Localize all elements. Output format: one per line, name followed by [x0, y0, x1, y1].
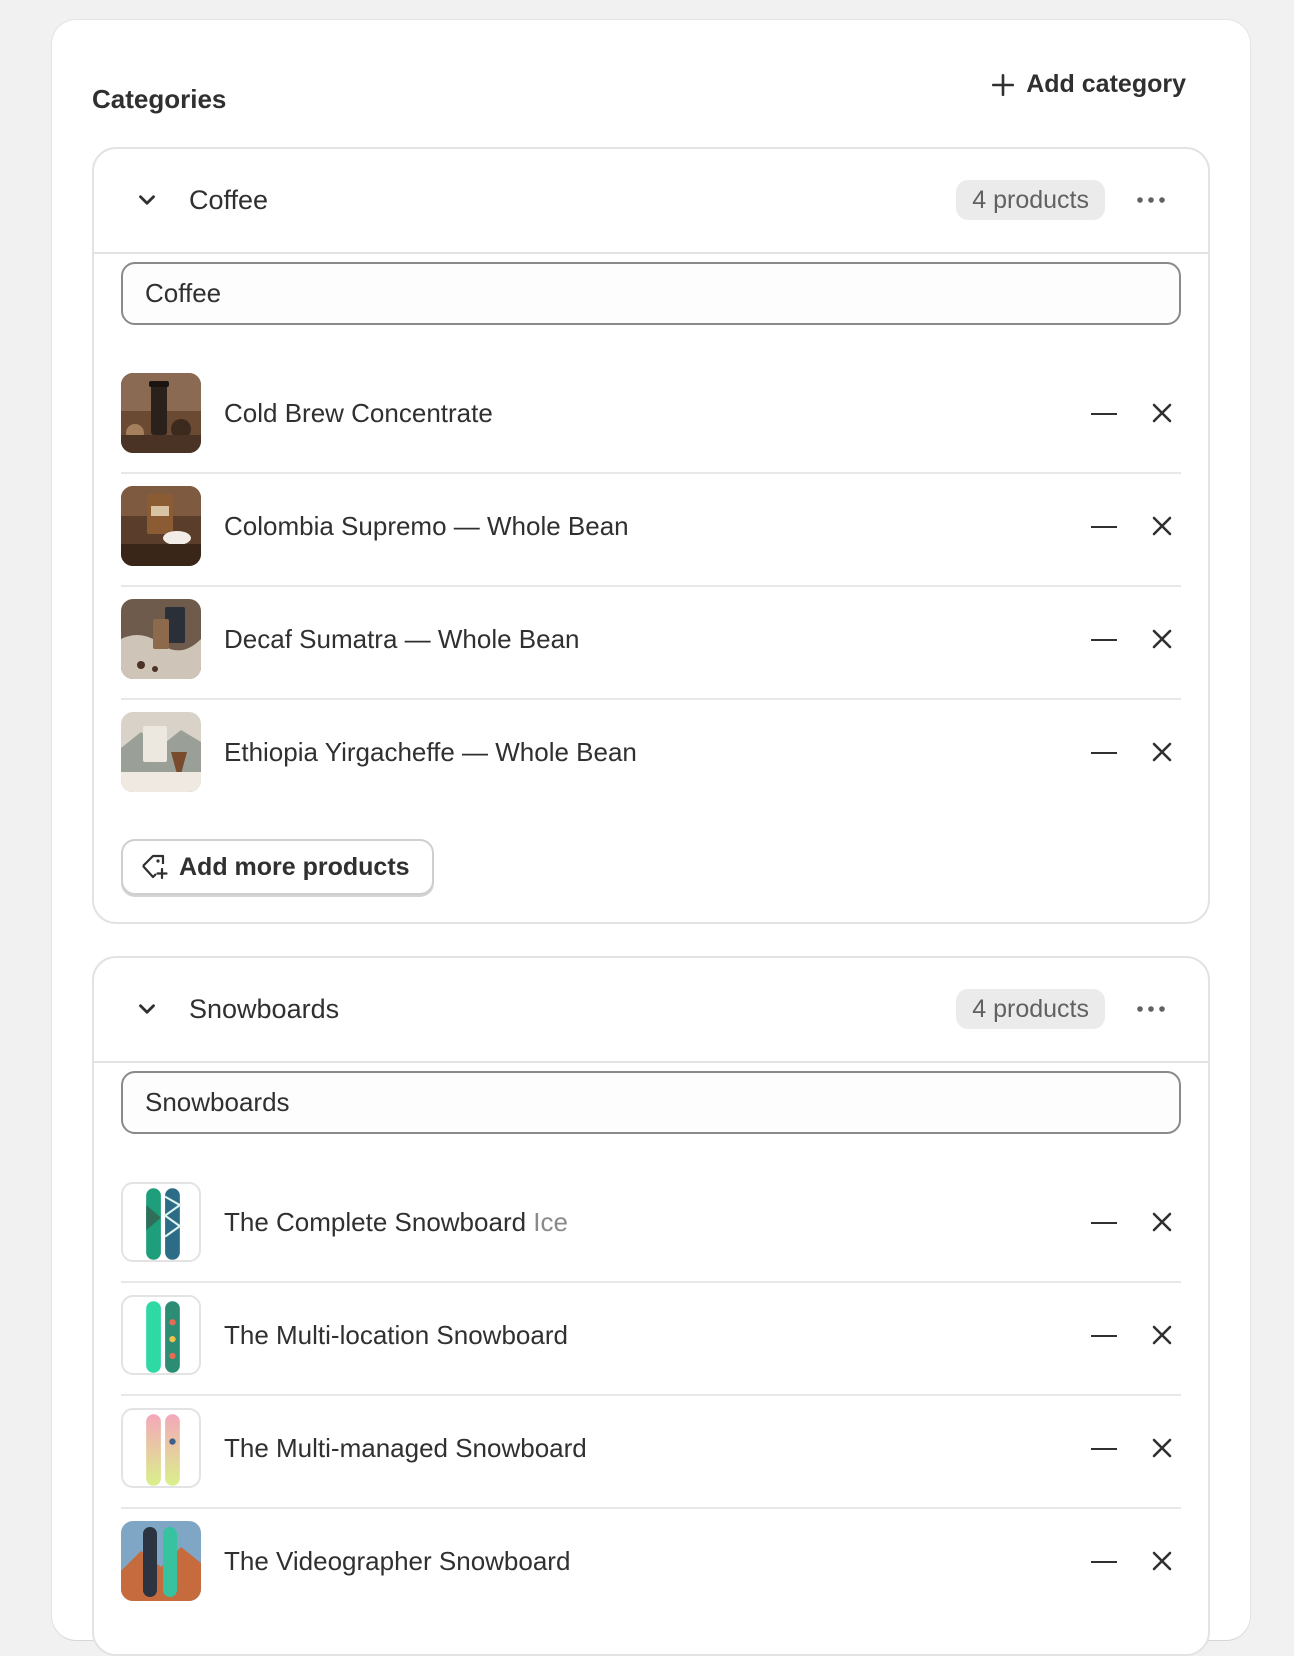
category-header[interactable]: Coffee 4 products: [94, 149, 1208, 254]
product-thumbnail: [121, 712, 201, 792]
categories-card: Categories Add category Coffee 4 product…: [52, 20, 1250, 1656]
product-name: The Multi-location Snowboard: [224, 1320, 568, 1350]
product-row: The Multi-managed Snowboard: [121, 1396, 1181, 1509]
product-name: The Complete Snowboard Ice: [224, 1207, 568, 1237]
ellipsis-icon[interactable]: [1134, 994, 1168, 1024]
product-thumbnail: [121, 1182, 201, 1262]
product-name: The Multi-managed Snowboard: [224, 1433, 587, 1463]
drag-handle-icon[interactable]: [1089, 1321, 1119, 1351]
close-icon[interactable]: [1147, 1320, 1177, 1350]
category-coffee: Coffee 4 products Cold Brew Concentrate …: [92, 147, 1210, 924]
product-row: Ethiopia Yirgacheffe — Whole Bean: [121, 700, 1181, 813]
card-header: Categories Add category: [92, 70, 1210, 120]
category-snowboards: Snowboards 4 products The Complete Snowb…: [92, 956, 1210, 1656]
close-icon[interactable]: [1147, 1207, 1177, 1237]
close-icon[interactable]: [1147, 1433, 1177, 1463]
product-thumbnail: [121, 373, 201, 453]
close-icon[interactable]: [1147, 737, 1177, 767]
drag-handle-icon[interactable]: [1089, 512, 1119, 542]
product-thumbnail: [121, 1408, 201, 1488]
add-category-button[interactable]: Add category: [990, 70, 1186, 99]
product-variant: Ice: [533, 1207, 568, 1237]
add-category-label: Add category: [1026, 70, 1186, 98]
product-row: The Multi-location Snowboard: [121, 1283, 1181, 1396]
product-row: The Complete Snowboard Ice: [121, 1170, 1181, 1283]
product-thumbnail: [121, 486, 201, 566]
product-list: The Complete Snowboard Ice The Multi-loc…: [121, 1170, 1181, 1622]
drag-handle-icon[interactable]: [1089, 1434, 1119, 1464]
close-icon[interactable]: [1147, 398, 1177, 428]
drag-handle-icon[interactable]: [1089, 399, 1119, 429]
product-thumbnail: [121, 1295, 201, 1375]
category-header[interactable]: Snowboards 4 products: [94, 958, 1208, 1063]
product-name: Decaf Sumatra — Whole Bean: [224, 624, 580, 654]
product-name: Ethiopia Yirgacheffe — Whole Bean: [224, 737, 637, 767]
tag-plus-icon: [142, 854, 168, 880]
product-count-badge: 4 products: [956, 180, 1105, 220]
close-icon[interactable]: [1147, 511, 1177, 541]
product-list: Cold Brew Concentrate Colombia Supremo —…: [121, 361, 1181, 813]
category-name: Coffee: [189, 185, 269, 215]
drag-handle-icon[interactable]: [1089, 1208, 1119, 1238]
product-row: Decaf Sumatra — Whole Bean: [121, 587, 1181, 700]
drag-handle-icon[interactable]: [1089, 625, 1119, 655]
category-name-input[interactable]: [121, 262, 1181, 325]
add-more-products-label: Add more products: [179, 852, 410, 881]
category-name: Snowboards: [189, 994, 340, 1024]
plus-icon: [992, 73, 1015, 96]
category-name-input[interactable]: [121, 1071, 1181, 1134]
drag-handle-icon[interactable]: [1089, 1547, 1119, 1577]
product-thumbnail: [121, 1521, 201, 1601]
product-row: The Videographer Snowboard: [121, 1509, 1181, 1622]
ellipsis-icon[interactable]: [1134, 185, 1168, 215]
close-icon[interactable]: [1147, 624, 1177, 654]
chevron-down-icon[interactable]: [134, 187, 160, 213]
add-more-products-button[interactable]: Add more products: [121, 839, 434, 895]
chevron-down-icon[interactable]: [134, 996, 160, 1022]
product-name: Cold Brew Concentrate: [224, 398, 493, 428]
product-name: Colombia Supremo — Whole Bean: [224, 511, 629, 541]
product-name: The Videographer Snowboard: [224, 1546, 571, 1576]
page-title: Categories: [92, 84, 227, 114]
product-row: Colombia Supremo — Whole Bean: [121, 474, 1181, 587]
close-icon[interactable]: [1147, 1546, 1177, 1576]
product-thumbnail: [121, 599, 201, 679]
product-count-badge: 4 products: [956, 989, 1105, 1029]
product-row: Cold Brew Concentrate: [121, 361, 1181, 474]
drag-handle-icon[interactable]: [1089, 738, 1119, 768]
